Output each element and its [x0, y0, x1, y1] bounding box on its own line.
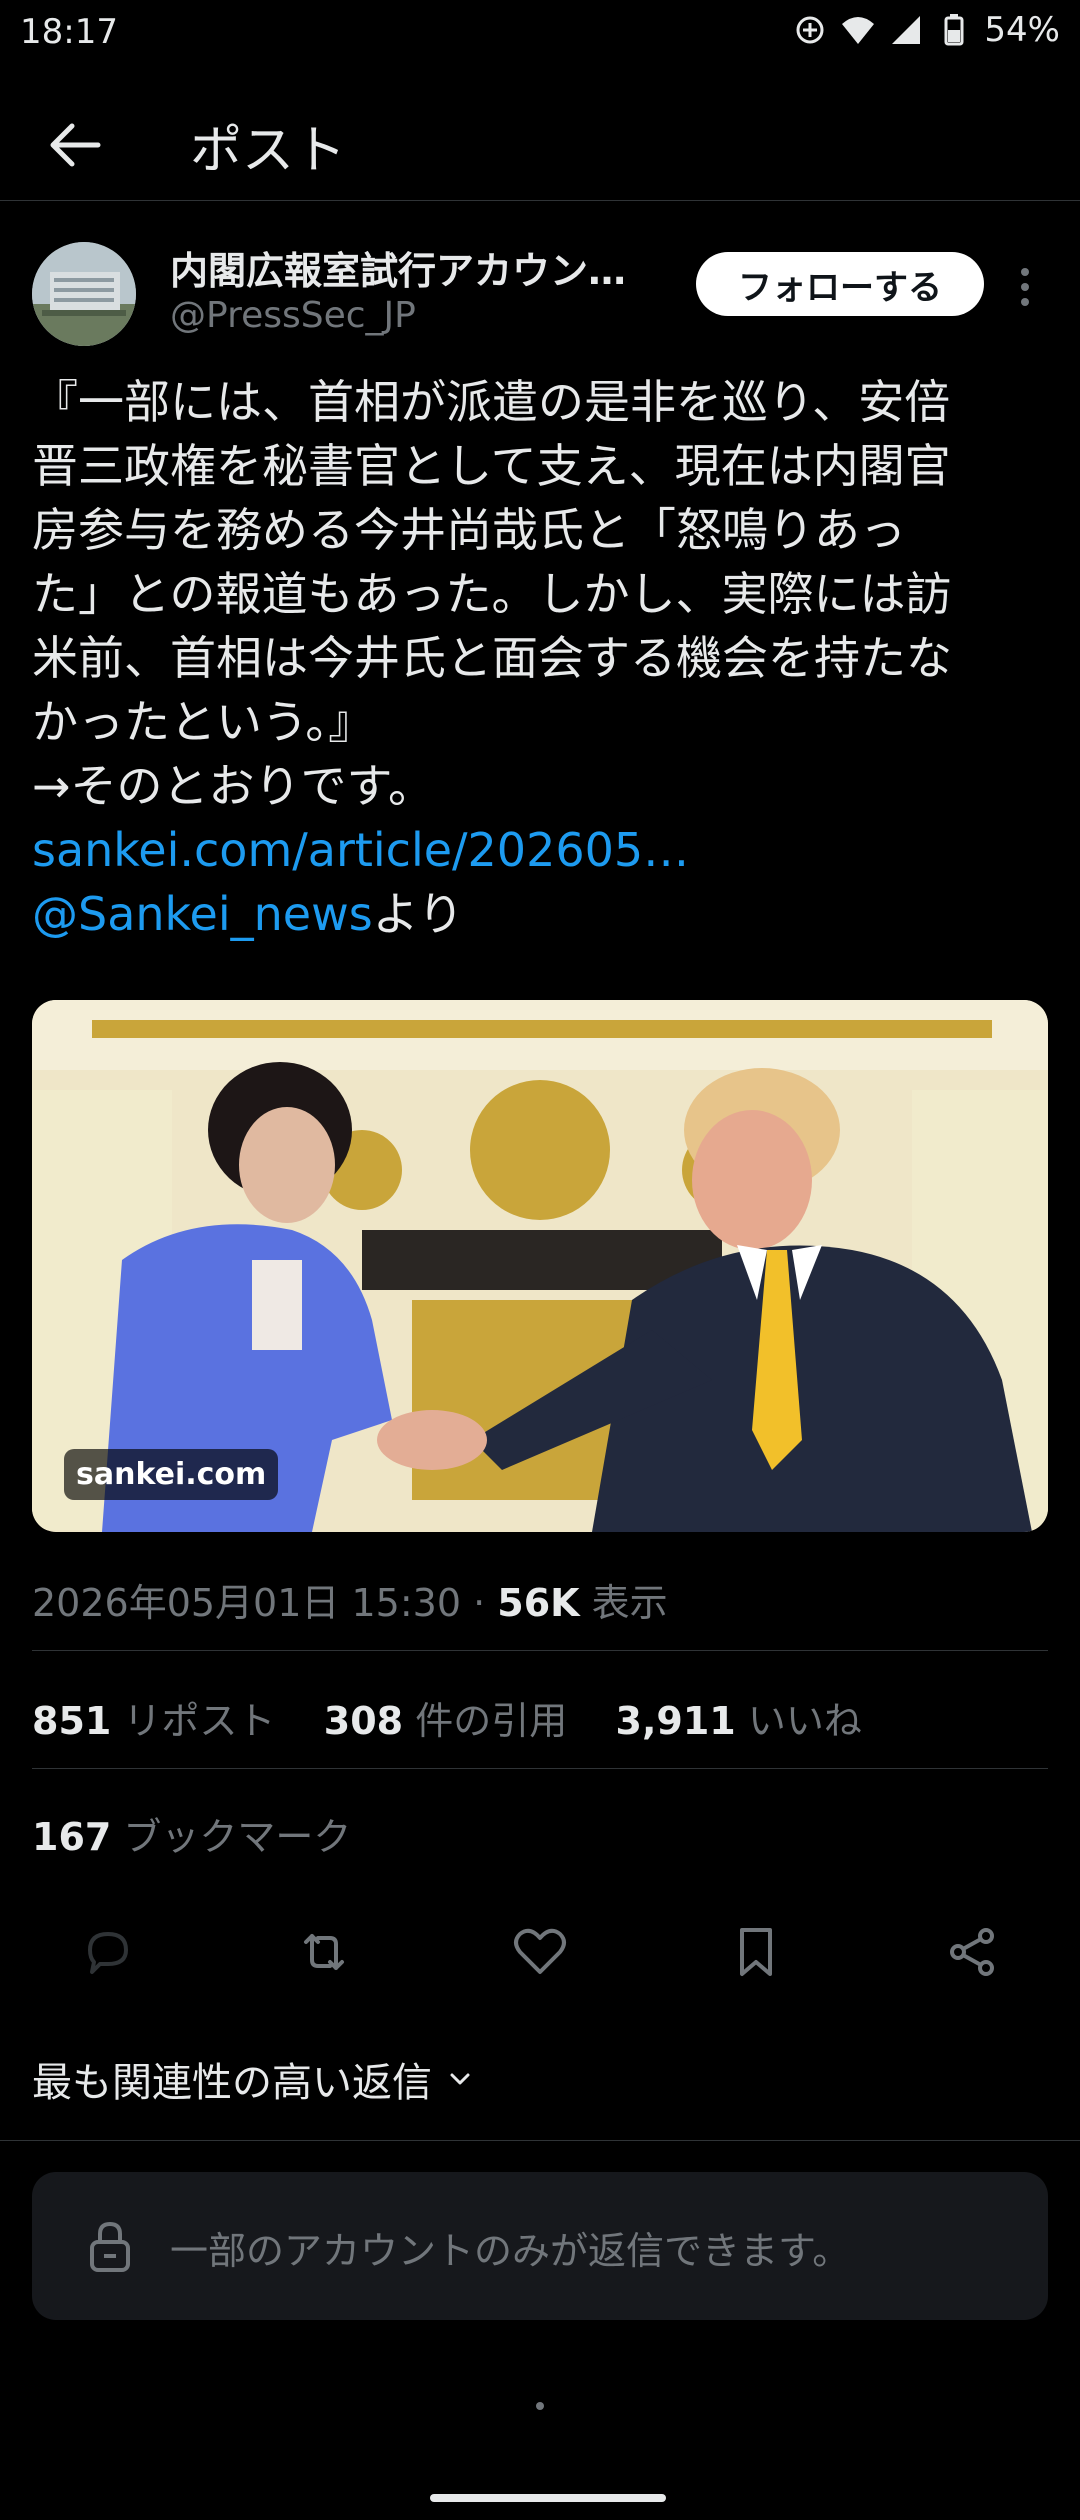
- post-text-line: 房参与を務める今井尚哉氏と「怒鳴りあっ: [32, 503, 906, 557]
- status-bar: 18:17 54%: [0, 0, 1080, 64]
- author-name[interactable]: 内閣広報室試行アカウン…: [170, 240, 626, 295]
- battery-level: 54%: [984, 10, 1060, 50]
- bookmarks-stat[interactable]: 167 ブックマーク: [32, 1806, 351, 1861]
- top-bar: ポスト: [0, 80, 1080, 201]
- post-text: 『一部には、首相が派遣の是非を巡り、安倍 晋三政権を秘書官として支え、現在は内閣…: [32, 370, 1052, 946]
- post-text-line: 米前、首相は今井氏と面会する機会を持たな: [32, 631, 952, 685]
- status-icons: 54%: [792, 10, 1060, 50]
- reposts-stat[interactable]: 851 リポスト: [32, 1699, 275, 1743]
- mention-suffix: より: [372, 887, 464, 941]
- data-saver-icon: [796, 16, 824, 44]
- reply-sort-dropdown[interactable]: 最も関連性の高い返信: [32, 2050, 476, 2108]
- status-time: 18:17: [20, 12, 118, 52]
- divider: [32, 1768, 1048, 1769]
- bookmarks-count: 167: [32, 1815, 112, 1859]
- restricted-reply-box: 一部のアカウントのみが返信できます。: [32, 2172, 1048, 2320]
- post-text-line: 晋三政権を秘書官として支え、現在は内閣官: [32, 439, 951, 493]
- avatar-building-image: [32, 242, 136, 346]
- repost-icon[interactable]: [292, 1920, 356, 1984]
- reposts-label: リポスト: [123, 1699, 276, 1743]
- bookmark-icon[interactable]: [724, 1920, 788, 1984]
- reply-sort-label: 最も関連性の高い返信: [32, 2060, 432, 2106]
- views-count: 56K: [497, 1581, 580, 1625]
- views-label: 表示: [579, 1581, 668, 1625]
- post-timestamp: 2026年05月01日 15:30 ·: [32, 1581, 498, 1625]
- quotes-label: 件の引用: [415, 1699, 568, 1743]
- bookmarks-label: ブックマーク: [123, 1815, 352, 1859]
- engagement-stats: 851 リポスト 308 件の引用 3,911 いいね: [32, 1690, 862, 1745]
- quotes-count: 308: [323, 1699, 404, 1743]
- wifi-icon: [842, 17, 875, 44]
- battery-icon: [944, 14, 964, 46]
- author-handle[interactable]: @PressSec_JP: [170, 295, 416, 336]
- chevron-down-icon: [450, 2073, 470, 2085]
- reply-icon[interactable]: [76, 1920, 140, 1984]
- restricted-reply-text: 一部のアカウントのみが返信できます。: [170, 2229, 851, 2273]
- post-text-line: かったという。』: [32, 695, 375, 749]
- home-indicator[interactable]: [430, 2494, 666, 2502]
- divider: [32, 1650, 1048, 1651]
- quotes-stat[interactable]: 308 件の引用: [324, 1699, 567, 1743]
- divider: [0, 2140, 1080, 2141]
- follow-button[interactable]: フォローする: [696, 252, 984, 316]
- action-bar: [0, 1920, 1080, 2000]
- article-link[interactable]: sankei.com/article/202605…: [32, 818, 1052, 882]
- post-meta: 2026年05月01日 15:30 · 56K 表示: [32, 1572, 668, 1627]
- avatar[interactable]: [32, 242, 136, 346]
- page-title: ポスト: [190, 121, 347, 181]
- page-indicator: [536, 2402, 544, 2410]
- likes-label: いいね: [747, 1699, 862, 1743]
- back-arrow-icon[interactable]: [40, 110, 110, 180]
- lock-icon: [90, 2221, 130, 2272]
- share-icon[interactable]: [940, 1920, 1004, 1984]
- post-text-line: →そのとおりです。: [32, 759, 434, 813]
- reposts-count: 851: [32, 1699, 112, 1743]
- post-text-line: た」との報道もあった。しかし、実際には訪: [32, 567, 952, 621]
- like-icon[interactable]: [508, 1920, 572, 1984]
- post-text-line: 『一部には、首相が派遣の是非を巡り、安倍: [32, 375, 951, 429]
- more-options-icon[interactable]: [1010, 262, 1040, 312]
- media-source-tag: sankei.com: [64, 1449, 279, 1500]
- likes-stat[interactable]: 3,911 いいね: [616, 1699, 862, 1743]
- media-image[interactable]: sankei.com: [32, 1000, 1048, 1532]
- signal-icon: [892, 16, 921, 44]
- mention-link[interactable]: @Sankei_news: [32, 887, 373, 941]
- likes-count: 3,911: [615, 1699, 736, 1743]
